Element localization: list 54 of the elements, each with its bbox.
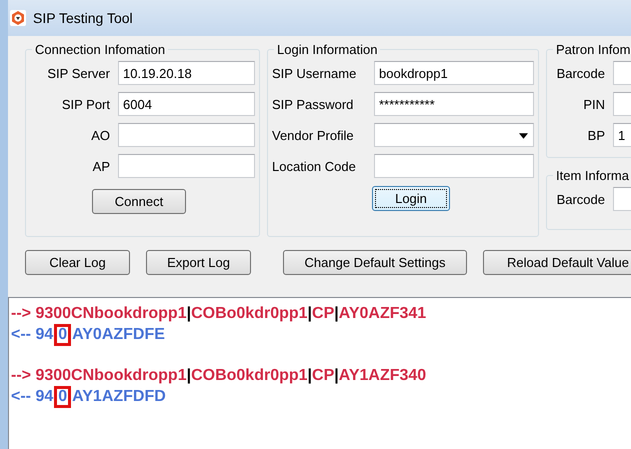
field-label: Barcode xyxy=(556,66,605,80)
separator-text: | xyxy=(334,367,339,384)
log-text: <-- 94 xyxy=(11,326,54,343)
window-title: SIP Testing Tool xyxy=(33,10,133,26)
input-field[interactable] xyxy=(118,154,255,178)
field-label: SIP Username xyxy=(272,66,358,80)
input-field[interactable] xyxy=(374,154,534,178)
toolbar-button[interactable]: Export Log xyxy=(146,250,251,275)
field-label: AO xyxy=(90,128,110,142)
toolbar-button[interactable]: Clear Log xyxy=(25,250,130,275)
log-text: AY1AZF340 xyxy=(338,367,426,384)
connect-button[interactable]: Connect xyxy=(92,189,186,214)
separator-text: | xyxy=(186,367,192,384)
log-text: CP xyxy=(312,305,334,322)
field-label: AP xyxy=(92,158,110,174)
separator-text: | xyxy=(334,305,339,322)
field-label: BP xyxy=(586,128,605,142)
separator-text: | xyxy=(308,367,312,384)
field-label: SIP Server xyxy=(46,66,110,80)
log-text: AY1AZFDFD xyxy=(72,388,166,405)
log-text: AY0AZFDFE xyxy=(72,326,165,343)
group-title: Connection Infomation xyxy=(34,42,166,57)
separator-text: | xyxy=(308,305,312,322)
log-text: COBo0kdr0pp1 xyxy=(191,305,308,322)
log-text: --> 9300CNbookdropp1 xyxy=(11,367,187,384)
log-text: <-- 94 xyxy=(11,388,54,405)
input-field[interactable]: 10.19.20.18 xyxy=(118,61,255,85)
field-label: Vendor Profile xyxy=(272,128,355,142)
log-text: COBo0kdr0pp1 xyxy=(191,367,308,384)
field-label: SIP Password xyxy=(272,96,354,112)
field-label: PIN xyxy=(582,96,605,112)
login-button[interactable]: Login xyxy=(372,186,450,211)
toolbar-button[interactable]: Change Default Settings xyxy=(283,250,467,275)
input-field[interactable] xyxy=(118,123,255,147)
input-field[interactable]: bookdropp1 xyxy=(374,61,534,85)
group-title: Item Informa xyxy=(555,168,630,183)
log-text: CP xyxy=(312,367,334,384)
separator-text: | xyxy=(186,305,192,322)
app-icon xyxy=(10,10,26,26)
log-text: --> 9300CNbookdropp1 xyxy=(11,305,187,322)
log-text: AY0AZF341 xyxy=(338,305,426,322)
field-label: SIP Port xyxy=(60,96,110,112)
input-field[interactable]: *********** xyxy=(374,92,534,116)
field-label: Barcode xyxy=(556,192,605,206)
input-field[interactable]: 6004 xyxy=(118,92,255,116)
group-title: Login Information xyxy=(276,42,378,57)
log-text: 0 xyxy=(54,386,72,408)
group-title: Patron Infom xyxy=(555,42,631,57)
input-field[interactable]: 1 xyxy=(613,123,631,147)
dropdown[interactable] xyxy=(374,123,534,147)
toolbar-button[interactable]: Reload Default Value xyxy=(483,250,631,275)
log-text: 0 xyxy=(54,324,72,346)
field-label: Location Code xyxy=(272,158,357,174)
caret-icon xyxy=(519,133,528,139)
